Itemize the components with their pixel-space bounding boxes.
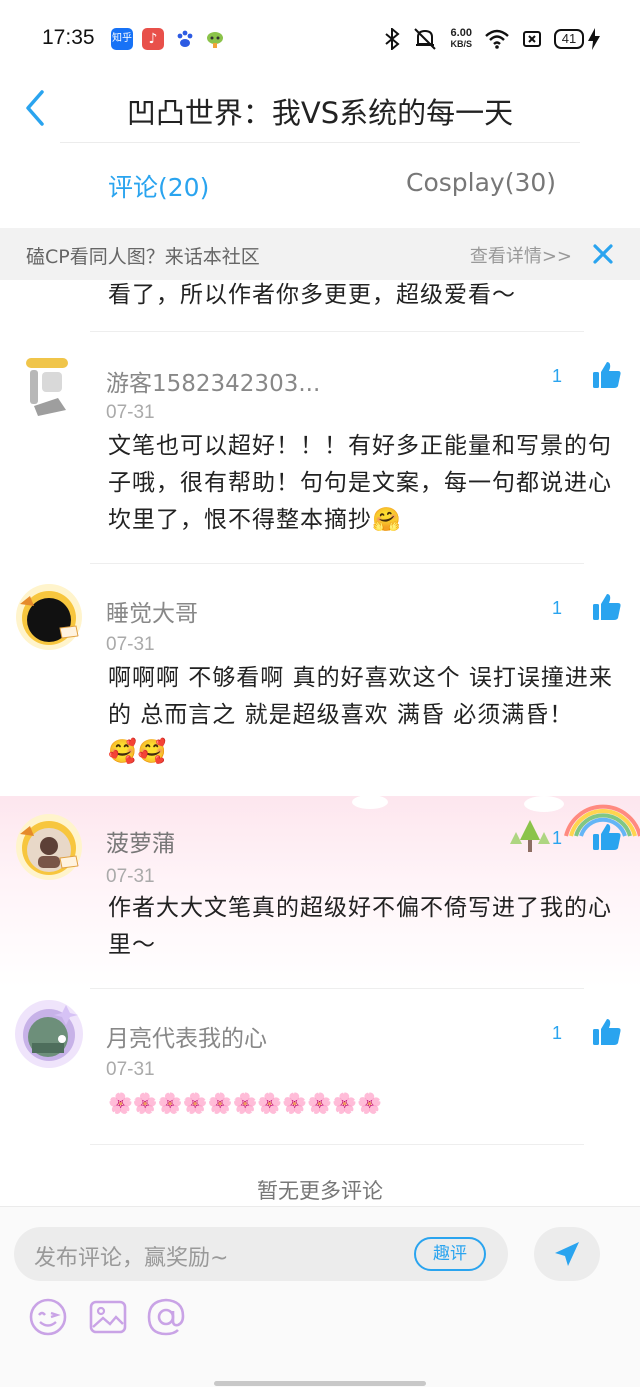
- page-title: 凹凸世界：我VS系统的每一天: [126, 96, 514, 130]
- username[interactable]: 菠萝蒲: [106, 824, 175, 858]
- status-bar: 17:35 知乎 ♪ 6.00 KB/S 41: [0, 0, 640, 78]
- like-button[interactable]: 1: [552, 360, 622, 394]
- home-indicator: [214, 1381, 426, 1386]
- comment-item-highlighted: 菠萝蒲 07-31 作者大大文笔真的超级好不偏不倚写进了我的心里～ 1: [0, 796, 640, 988]
- user-avatar[interactable]: [14, 350, 84, 420]
- username[interactable]: 睡觉大哥: [106, 594, 198, 628]
- banner-text: 磕CP看同人图？来话本社区: [26, 246, 260, 268]
- nav-divider: [60, 142, 580, 143]
- like-count: 1: [552, 1023, 563, 1043]
- thumbs-up-icon: [593, 1019, 621, 1045]
- like-count: 1: [552, 828, 563, 848]
- bluetooth-icon: [385, 28, 401, 50]
- other-app-icon: [207, 32, 223, 48]
- tree-decoration: [510, 820, 550, 852]
- battery-indicator: 41: [554, 29, 584, 49]
- tab-bar: 评论(20) Cosplay(30): [0, 150, 640, 226]
- nav-bar: 凹凸世界：我VS系统的每一天: [0, 78, 640, 140]
- divider: [90, 1144, 584, 1145]
- quping-button[interactable]: 趣评: [414, 1237, 486, 1271]
- comment-date: 07-31: [106, 866, 155, 887]
- like-count: 1: [552, 366, 563, 386]
- comment-item: 睡觉大哥 07-31 啊啊啊 不够看啊 真的好喜欢这个 误打误撞进来的 总而言之…: [0, 564, 640, 796]
- zhihu-app-icon: 知乎: [111, 28, 133, 50]
- username[interactable]: 游客1582342303...: [106, 364, 320, 398]
- emoji: 🤗: [372, 507, 402, 533]
- mute-bell-icon: [414, 28, 437, 50]
- like-button[interactable]: 1: [552, 1017, 622, 1051]
- charging-icon: [588, 28, 600, 50]
- wifi-icon: [485, 29, 509, 49]
- promo-banner[interactable]: 磕CP看同人图？来话本社区 查看详情>>: [0, 228, 640, 280]
- comment-input-placeholder: 发布评论，赢奖励~: [34, 1246, 229, 1271]
- baidu-app-icon: [177, 30, 193, 47]
- username[interactable]: 月亮代表我的心: [106, 1019, 267, 1053]
- tab-cosplay[interactable]: Cosplay(30): [406, 168, 556, 197]
- comment-item: 月亮代表我的心 07-31 🌸🌸🌸🌸🌸🌸🌸🌸🌸🌸🌸 1: [0, 989, 640, 1145]
- user-avatar[interactable]: [14, 582, 84, 652]
- comment-emoji-text: 🌸🌸🌸🌸🌸🌸🌸🌸🌸🌸🌸: [108, 1091, 382, 1115]
- status-time: 17:35: [42, 26, 95, 49]
- thumbs-up-icon: [593, 594, 621, 620]
- user-avatar[interactable]: [14, 812, 84, 882]
- comment-text: 作者大大文笔真的超级好不偏不倚写进了我的心里～: [108, 895, 612, 958]
- like-button[interactable]: 1: [552, 822, 622, 856]
- network-speed: 6.00 KB/S: [450, 27, 472, 50]
- thumbs-up-icon: [593, 362, 621, 388]
- user-avatar[interactable]: [14, 999, 84, 1069]
- banner-detail-link[interactable]: 查看详情>>: [470, 242, 572, 268]
- tab-comments[interactable]: 评论(20): [108, 168, 209, 204]
- comment-text: 啊啊啊 不够看啊 真的好喜欢这个 误打误撞进来的 总而言之 就是超级喜欢 满昏 …: [108, 660, 618, 771]
- comment-date: 07-31: [106, 634, 155, 655]
- comment-input[interactable]: 发布评论，赢奖励~ 趣评: [14, 1227, 508, 1281]
- like-button[interactable]: 1: [552, 592, 622, 626]
- comment-date: 07-31: [106, 1059, 155, 1080]
- thumbs-up-icon: [593, 824, 621, 850]
- mention-icon[interactable]: [146, 1297, 186, 1337]
- close-icon[interactable]: [590, 238, 616, 268]
- like-count: 1: [552, 598, 563, 618]
- comment-text-clipped: 看了，所以作者你多更更，超级爱看～: [108, 282, 516, 308]
- emoji: 🥰🥰: [108, 739, 168, 765]
- send-button[interactable]: [534, 1227, 600, 1281]
- comment-item: 游客1582342303... 07-31 文笔也可以超好！！！有好多正能量和写…: [0, 332, 640, 564]
- music-app-icon: ♪: [142, 28, 164, 50]
- sim-icon: [523, 31, 541, 47]
- no-more-comments: 暂无更多评论: [257, 1179, 383, 1203]
- comment-text: 文笔也可以超好！！！有好多正能量和写景的句子哦，很有帮助！句句是文案，每一句都说…: [108, 428, 618, 539]
- comment-composer: 发布评论，赢奖励~ 趣评: [0, 1206, 640, 1387]
- send-icon: [555, 1242, 579, 1266]
- emoji-icon[interactable]: [28, 1297, 68, 1337]
- comment-date: 07-31: [106, 402, 155, 423]
- image-icon[interactable]: [88, 1297, 128, 1337]
